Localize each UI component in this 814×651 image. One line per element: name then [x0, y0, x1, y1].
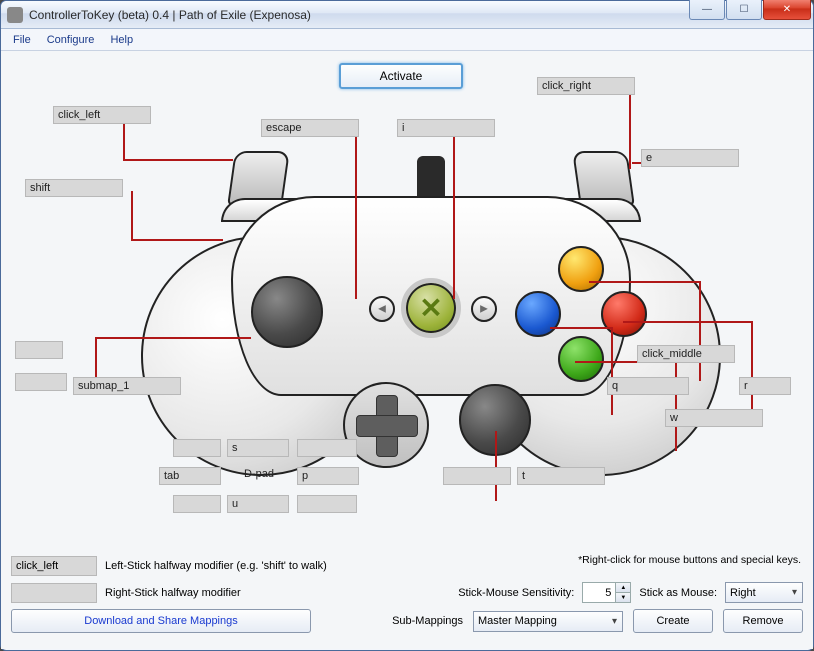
stick-as-mouse-dropdown[interactable]: Right — [725, 582, 803, 603]
right-stick-mod-input[interactable] — [11, 583, 97, 603]
right-stick-mod-label: Right-Stick halfway modifier — [105, 587, 241, 599]
app-icon — [7, 7, 23, 23]
left-stick-mod-input[interactable]: click_left — [11, 556, 97, 576]
map-right-stick-blank[interactable] — [443, 467, 511, 485]
map-dpad-up2[interactable] — [297, 439, 357, 457]
window-title: ControllerToKey (beta) 0.4 | Path of Exi… — [29, 8, 311, 22]
map-right-trigger[interactable]: click_right — [537, 77, 635, 95]
menu-file[interactable]: File — [5, 32, 39, 48]
activate-label: Activate — [380, 69, 423, 83]
dpad-label: D-pad — [244, 468, 274, 480]
map-face-a[interactable]: w — [665, 409, 763, 427]
spin-down-icon[interactable]: ▼ — [615, 593, 630, 602]
sensitivity-spinner[interactable]: ▲ ▼ — [582, 582, 631, 603]
sensitivity-input[interactable] — [583, 583, 615, 602]
activate-button[interactable]: Activate — [339, 63, 463, 89]
map-dpad-right[interactable]: p — [297, 467, 359, 485]
map-left-trigger[interactable]: click_left — [53, 106, 151, 124]
map-right-stick-click[interactable]: t — [517, 467, 605, 485]
submappings-dropdown[interactable]: Master Mapping — [473, 611, 623, 632]
map-face-y[interactable]: click_middle — [637, 345, 735, 363]
menu-configure[interactable]: Configure — [39, 32, 103, 48]
map-dpad-down[interactable]: u — [227, 495, 289, 513]
create-button[interactable]: Create — [633, 609, 713, 633]
menubar: File Configure Help — [1, 29, 813, 51]
spin-up-icon[interactable]: ▲ — [615, 583, 630, 593]
map-dpad-left[interactable]: tab — [159, 467, 221, 485]
remove-button[interactable]: Remove — [723, 609, 803, 633]
sensitivity-label: Stick-Mouse Sensitivity: — [458, 587, 574, 599]
map-left-stick-blank[interactable] — [15, 341, 63, 359]
map-dpad-down-blank[interactable] — [173, 495, 221, 513]
map-start[interactable]: i — [397, 119, 495, 137]
window-controls: — ☐ ✕ — [689, 0, 811, 20]
app-window: ControllerToKey (beta) 0.4 | Path of Exi… — [0, 0, 814, 651]
map-face-x[interactable]: q — [607, 377, 689, 395]
map-back[interactable]: escape — [261, 119, 359, 137]
titlebar: ControllerToKey (beta) 0.4 | Path of Exi… — [1, 1, 813, 29]
map-left-stick-blank2[interactable] — [15, 373, 67, 391]
map-left-bumper[interactable]: shift — [25, 179, 123, 197]
map-dpad-up-blank[interactable] — [173, 439, 221, 457]
client-area: Activate — [1, 51, 813, 649]
map-right-bumper[interactable]: e — [641, 149, 739, 167]
hint-text: *Right-click for mouse buttons and speci… — [578, 554, 801, 566]
submappings-label: Sub-Mappings — [392, 615, 463, 627]
map-left-stick-click[interactable]: submap_1 — [73, 377, 181, 395]
map-dpad-up[interactable]: s — [227, 439, 289, 457]
map-dpad-down2[interactable] — [297, 495, 357, 513]
left-stick-mod-label: Left-Stick halfway modifier (e.g. 'shift… — [105, 560, 327, 572]
download-button[interactable]: Download and Share Mappings — [11, 609, 311, 633]
map-face-b[interactable]: r — [739, 377, 791, 395]
stick-as-mouse-label: Stick as Mouse: — [639, 587, 717, 599]
minimize-button[interactable]: — — [689, 0, 725, 20]
menu-help[interactable]: Help — [102, 32, 141, 48]
close-button[interactable]: ✕ — [763, 0, 811, 20]
bottom-panel: *Right-click for mouse buttons and speci… — [11, 556, 803, 639]
maximize-button[interactable]: ☐ — [726, 0, 762, 20]
